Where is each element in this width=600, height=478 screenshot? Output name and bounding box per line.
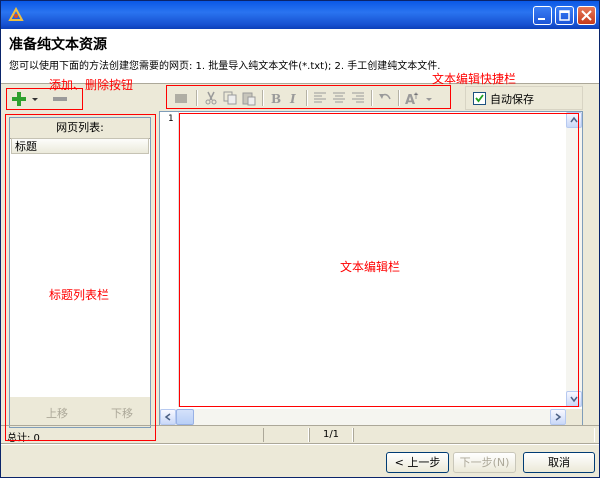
maximize-button[interactable]: [555, 6, 574, 25]
page-title: 准备纯文本资源: [9, 37, 107, 53]
page-description: 您可以使用下面的方法创建您需要的网页: 1. 批量导入纯文本文件(*.txt);…: [9, 61, 441, 72]
line-number: 1: [168, 114, 174, 124]
horizontal-scrollbar[interactable]: [160, 409, 566, 425]
footer-divider: [1, 443, 599, 445]
scroll-left-button[interactable]: [160, 409, 176, 425]
chevron-right-icon: [555, 413, 562, 421]
dialog-window: 准备纯文本资源 您可以使用下面的方法创建您需要的网页: 1. 批量导入纯文本文件…: [0, 0, 600, 478]
app-logo-icon: [8, 7, 24, 21]
line-number-gutter: 1: [160, 112, 179, 407]
close-button[interactable]: [577, 6, 596, 25]
autosave-label: 自动保存: [490, 93, 534, 106]
minimize-icon: [538, 18, 545, 20]
annotation-label-edit-shortcut: 文本编辑快捷栏: [432, 72, 517, 86]
annotation-label-add-delete: 添加、删除按钮: [49, 78, 134, 92]
annotation-box-edit-shortcut: [166, 85, 451, 109]
title-bar[interactable]: [1, 1, 599, 29]
scroll-corner: [566, 409, 582, 425]
status-segment: [353, 428, 595, 442]
maximize-icon: [559, 10, 570, 21]
status-segment: [263, 428, 309, 442]
annotation-box-title-list: [5, 114, 156, 441]
autosave-checkbox[interactable]: [473, 92, 486, 105]
checkmark-icon: [475, 94, 484, 103]
annotation-label-title-list: 标题列表栏: [49, 288, 110, 302]
prev-button[interactable]: < 上一步(B): [386, 452, 449, 477]
cancel-button[interactable]: 取消: [523, 452, 595, 473]
next-button[interactable]: 下一步(N) >: [453, 452, 516, 477]
close-icon: [581, 10, 592, 21]
autosave-option[interactable]: 自动保存: [465, 86, 583, 110]
chevron-left-icon: [164, 413, 171, 421]
horizontal-scroll-thumb[interactable]: [176, 409, 194, 425]
minimize-button[interactable]: [533, 6, 552, 25]
page-indicator: 1/1: [309, 428, 353, 442]
scroll-right-button[interactable]: [550, 409, 566, 425]
annotation-label-edit-area: 文本编辑栏: [340, 260, 401, 274]
